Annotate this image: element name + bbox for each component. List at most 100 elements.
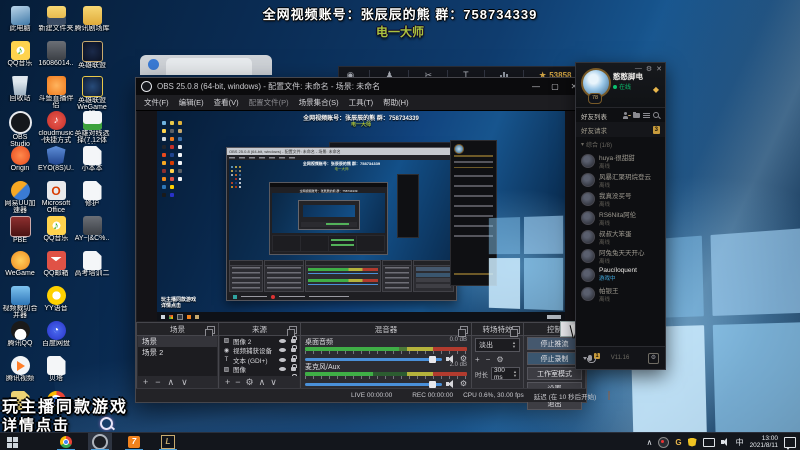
friend-row[interactable]: 叔叔大笨蛋 离线 [576,227,665,246]
source-item[interactable]: T 文本 (GDI+) [220,354,299,365]
desktop-icon[interactable]: 英雄联盟WeGame版 [74,76,110,111]
menu-item[interactable]: 帮助(H) [383,97,408,108]
desktop-icon[interactable]: 腾讯QQ [2,321,38,356]
close-button[interactable]: ✕ [656,65,662,73]
desktop-icon[interactable]: Microsoft Office [38,181,74,216]
taskbar-obs[interactable] [88,433,112,450]
desktop-icon[interactable]: 小本本 [74,146,110,181]
minimize-button[interactable]: — [529,82,543,91]
desktop-icon[interactable]: 百度网盘 [38,321,74,356]
minimize-button[interactable]: — [635,65,642,73]
desktop-icon[interactable]: PBE [2,216,38,251]
menu-item[interactable]: 场景集合(S) [299,97,339,108]
action-center-icon[interactable] [784,436,796,450]
desktop-icon[interactable]: 网易UU加速器 [2,181,38,216]
gift-icon[interactable]: ◆ [653,85,659,94]
tray-g-icon[interactable]: G [675,438,681,447]
desktop-icon[interactable]: 修护 [74,181,110,216]
control-button[interactable]: 停止录制 [527,352,582,365]
desktop-icon[interactable] [74,286,110,321]
tray-app-icon[interactable] [658,436,670,448]
scene-item[interactable]: 场景 [138,336,217,347]
desktop-icon[interactable] [74,356,110,391]
sources-toolbar-button[interactable]: ∨ [270,377,277,388]
scenes-toolbar-button[interactable]: − [155,377,160,387]
mic-icon[interactable] [586,355,596,363]
source-item[interactable]: ▨ 图像 2 [220,336,299,346]
friend-row[interactable]: 阿兔兔天天开心 离线 [576,246,665,265]
tray-shield-icon[interactable] [687,437,697,447]
desktop-icon[interactable]: 腾讯剧场库 [74,6,110,41]
desktop-icon[interactable]: 视频裁切合并器 [2,286,38,321]
desktop-icon[interactable]: YY语音 [38,286,74,321]
friend-requests-row[interactable]: 好友请求 3 [576,122,665,137]
menu-item[interactable]: 文件(F) [144,97,169,108]
desktop-icon[interactable]: OBS Studio [2,111,38,146]
friend-row[interactable]: 帕银王 离线 [576,284,665,303]
obs-preview-area[interactable]: 全网视频账号：张辰辰的熊 群：758734339 电一大师 OBS 25.0.8… [137,111,583,321]
lock-icon[interactable] [291,364,297,372]
desktop-icon[interactable]: AY~|&C%.. [74,216,110,251]
start-button[interactable] [0,433,24,450]
control-button[interactable]: 停止推流 [527,337,582,350]
sources-toolbar-button[interactable]: − [235,377,240,387]
desktop-icon[interactable]: QQ音乐 [38,216,74,251]
transition-toolbar-button[interactable]: − [486,355,491,364]
menu-item[interactable]: 工具(T) [349,97,374,108]
transition-toolbar-button[interactable]: + [475,355,480,364]
add-friend-icon[interactable] [623,112,630,119]
dock-popout-icon[interactable] [205,326,215,337]
menu-item[interactable]: 查看(V) [214,97,239,108]
volume-slider[interactable] [305,355,442,363]
maximize-button[interactable]: ▢ [548,82,562,91]
sources-toolbar-button[interactable]: + [225,377,230,387]
dock-popout-icon[interactable] [458,326,468,337]
menu-item[interactable]: 编辑(E) [179,97,204,108]
source-item[interactable]: ▨ 图像 [220,364,299,374]
desktop-icon[interactable]: 新建文件夹 [38,6,74,41]
lock-icon[interactable] [291,345,297,353]
desktop-icon[interactable]: 斗鱼直播伴侣 [38,76,74,111]
transition-select[interactable]: 淡出 ▲ ▼ [475,338,520,352]
friend-row[interactable]: Paucíloquent 游戏中 [576,265,665,284]
taskbar-lol[interactable]: L [156,433,180,450]
tray-display-icon[interactable] [702,437,715,447]
dock-popout-icon[interactable] [287,326,297,337]
dock-popout-icon[interactable] [510,326,520,337]
visibility-eye-icon[interactable] [279,367,286,372]
settings-gear-icon[interactable]: ⚙ [646,65,652,73]
sources-toolbar-button[interactable]: ∧ [259,377,266,388]
desktop-icon[interactable]: 回收站 [2,76,38,111]
scenes-toolbar-button[interactable]: ∨ [181,377,188,388]
desktop-icon[interactable]: EYO(8S)U.. [38,146,74,181]
speaker-icon[interactable] [445,380,456,388]
tray-speaker-icon[interactable] [720,438,730,446]
visibility-eye-icon[interactable] [279,357,286,362]
visibility-eye-icon[interactable] [279,348,286,353]
menu-item[interactable]: 配置文件(P) [249,97,289,108]
scene-item[interactable]: 场景 2 [138,347,217,358]
friends-group-row[interactable]: ▾ 综合 (1/8) [576,139,665,150]
search-icon[interactable] [653,112,660,119]
desktop-icon[interactable]: QQ音乐 [2,41,38,76]
friend-row[interactable]: RS6Nita阿伦 离线 [576,208,665,227]
desktop-icon[interactable]: 贝塔 [38,356,74,391]
taskbar-chrome[interactable] [54,433,78,450]
sources-toolbar-button[interactable]: ⚙ [246,377,254,388]
desktop-icon[interactable]: 腾讯视频 [2,356,38,391]
desktop-icon[interactable] [74,321,110,356]
desktop-icon[interactable]: 英雄对线选择(7.12体验) [74,111,110,146]
settings-gear-icon[interactable]: ⚙ [648,352,659,364]
list-view-icon[interactable] [643,112,650,119]
volume-slider[interactable] [305,380,442,388]
obs-titlebar[interactable]: OBS 25.0.8 (64-bit, windows) - 配置文件: 未命名… [136,78,586,95]
spinner-icon[interactable]: ▲ ▼ [513,369,517,378]
duration-input[interactable]: 300 ms ▲ ▼ [491,367,520,381]
desktop-icon[interactable]: 高考培训二 [74,251,110,286]
desktop-icon[interactable]: QQ邮箱 [38,251,74,286]
visibility-eye-icon[interactable] [279,338,286,343]
taskbar-clock[interactable]: 13:00 2021/8/11 [750,435,778,449]
taskbar-douyu[interactable]: 7 [122,433,146,450]
desktop-icon[interactable]: cloudmusic -快捷方式 [38,111,74,146]
ime-indicator[interactable]: 中 [736,437,744,448]
